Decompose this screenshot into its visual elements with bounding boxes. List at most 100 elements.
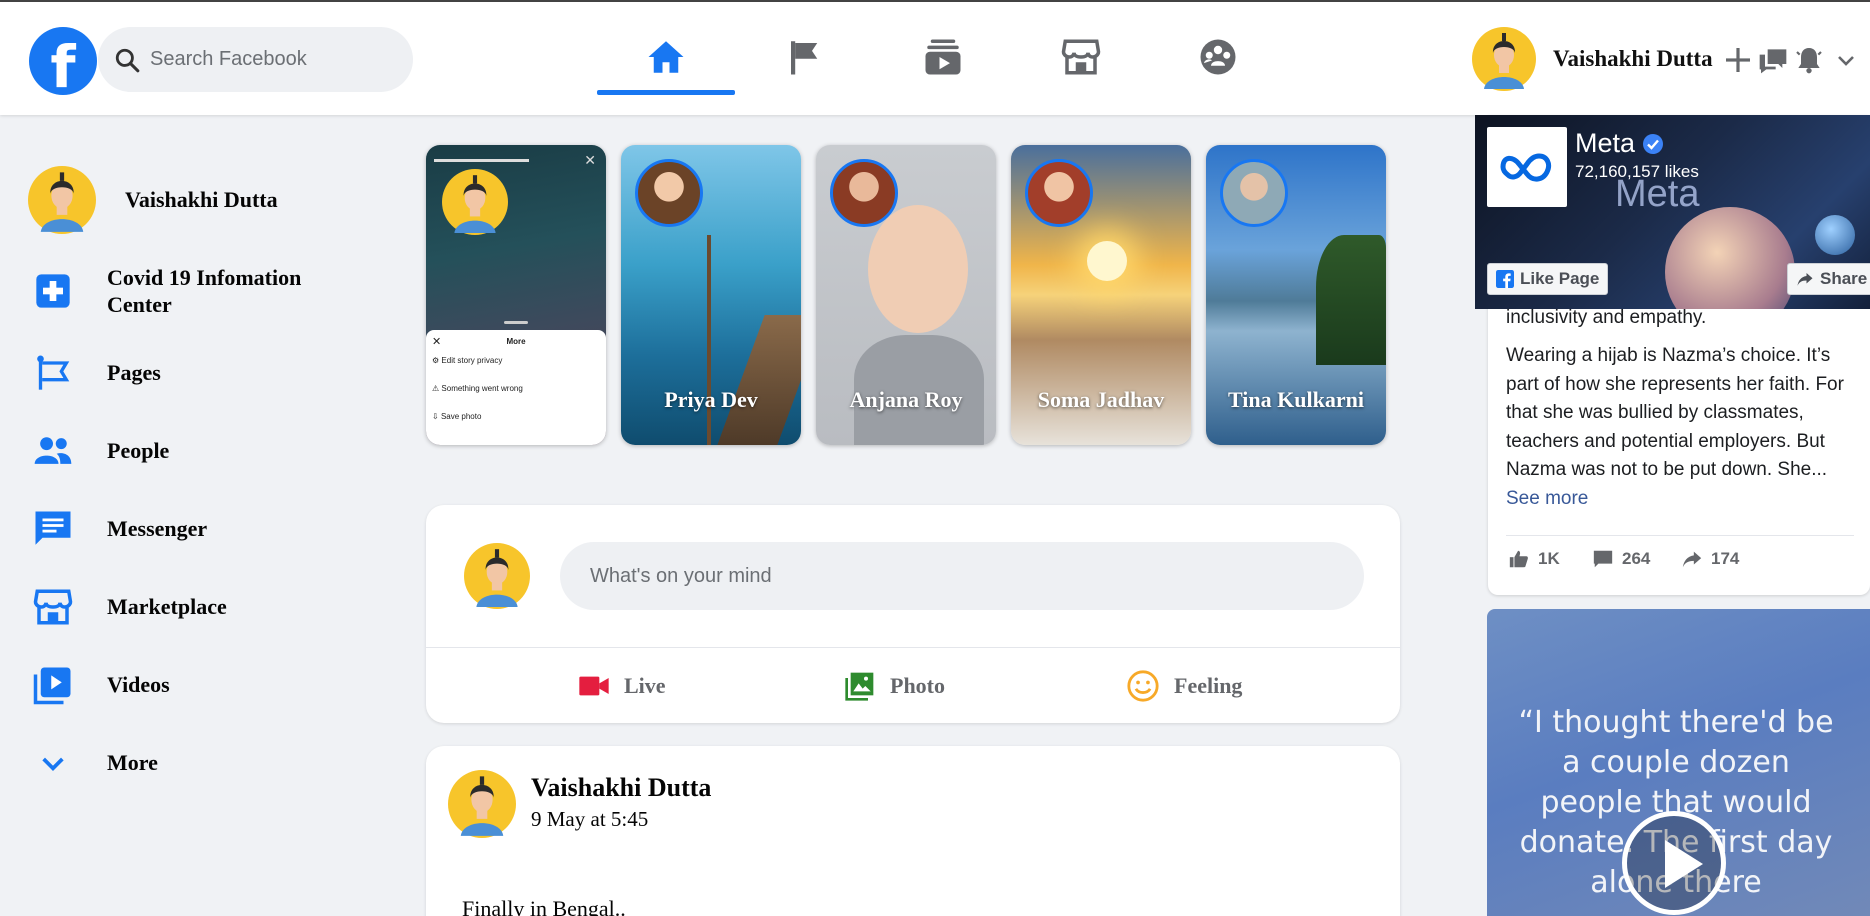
play-button-icon[interactable] — [1622, 811, 1726, 915]
live-video-icon — [579, 676, 609, 696]
menu-item[interactable]: ⚠ Something went wrong — [432, 384, 523, 393]
feeling-label: Feeling — [1174, 673, 1243, 698]
post-timestamp[interactable]: 9 May at 5:45 — [531, 807, 648, 832]
sun-photo — [1087, 241, 1127, 281]
story-progress-bar — [434, 159, 529, 162]
messenger-icon[interactable] — [1757, 44, 1789, 76]
meta-page-plugin: Meta Meta 72,160,157 likes Like Page Sha… — [1475, 115, 1870, 309]
menu-item[interactable]: ⇩ Save photo — [432, 412, 481, 421]
meta-page-title[interactable]: Meta — [1575, 128, 1665, 159]
story-author-name: Priya Dev — [664, 387, 758, 412]
tab-watch[interactable] — [874, 22, 1012, 92]
sidebar-item-label: Covid 19 Infomation Center — [107, 265, 302, 317]
menu-item-label: Edit story privacy — [441, 356, 503, 365]
store-icon — [1061, 39, 1101, 75]
story-card[interactable]: Priya Dev — [621, 145, 801, 445]
video-post-card[interactable]: “I thought there'd be a couple dozen peo… — [1487, 609, 1870, 916]
comments-count: 264 — [1622, 549, 1651, 568]
search-input[interactable] — [150, 39, 390, 79]
tab-marketplace[interactable] — [1012, 22, 1150, 92]
story-avatar — [830, 159, 898, 227]
planet-graphic — [1665, 207, 1795, 309]
share-page-button[interactable]: Share — [1787, 263, 1870, 295]
plus-icon[interactable] — [1722, 44, 1754, 76]
sidebar-item-messenger[interactable]: Messenger — [28, 504, 207, 554]
photo-button[interactable]: Photo — [844, 663, 945, 709]
story-card[interactable]: Soma Jadhav — [1011, 145, 1191, 445]
smiley-icon — [1127, 670, 1159, 702]
meta-logo[interactable] — [1487, 127, 1567, 207]
story-avatar — [1025, 159, 1093, 227]
shares-count: 174 — [1711, 549, 1740, 568]
post-composer: Live Photo Feeling — [426, 505, 1400, 723]
story-author-name: Anjana Roy — [849, 387, 963, 412]
menu-item[interactable]: ⚙ Edit story privacy — [432, 356, 502, 365]
header-user-name[interactable]: Vaishakhi Dutta — [1553, 46, 1713, 72]
ad-body-content: Wearing a hijab is Nazma’s choice. It’s … — [1506, 345, 1844, 480]
sidebar-item-covid[interactable]: Covid 19 Infomation Center — [28, 265, 301, 317]
close-icon[interactable]: ✕ — [584, 153, 596, 169]
pier-post — [707, 235, 711, 445]
sidebar-profile-name: Vaishakhi Dutta — [125, 187, 278, 212]
story-avatar — [1220, 159, 1288, 227]
story-card[interactable]: Anjana Roy — [816, 145, 996, 445]
sidebar-item-pages[interactable]: Pages — [28, 348, 161, 398]
sidebar-item-videos[interactable]: Videos — [28, 660, 170, 710]
header-avatar[interactable] — [1472, 27, 1536, 91]
composer-divider — [426, 647, 1400, 648]
face-photo — [868, 205, 968, 333]
avatar[interactable] — [448, 770, 516, 838]
meta-page-name: Meta — [1575, 128, 1636, 158]
likes-count: 1K — [1538, 549, 1560, 568]
planet-graphic — [1815, 215, 1855, 255]
home-icon — [648, 41, 684, 73]
verified-badge-icon — [1643, 133, 1664, 154]
post-author-name[interactable]: Vaishakhi Dutta — [531, 773, 711, 803]
notifications-bell-icon[interactable] — [1793, 44, 1825, 76]
avatar — [464, 543, 530, 609]
like-page-button[interactable]: Like Page — [1487, 263, 1609, 295]
chevron-down-icon — [28, 738, 78, 788]
search-box[interactable] — [98, 27, 413, 92]
ad-comments[interactable]: 264 — [1592, 548, 1650, 570]
watch-video-icon — [925, 39, 961, 75]
ad-likes[interactable]: 1K — [1508, 548, 1560, 570]
facebook-logo[interactable]: f — [29, 27, 97, 95]
story-author-name: Soma Jadhav — [1037, 387, 1165, 412]
sidebar-item-label: People — [107, 438, 170, 463]
sidebar-profile[interactable]: Vaishakhi Dutta — [28, 166, 278, 234]
top-navbar: f Vaishakhi Dutta — [0, 2, 1870, 115]
sidebar-item-marketplace[interactable]: Marketplace — [28, 582, 227, 632]
flag-icon — [791, 41, 818, 75]
sidebar-item-people[interactable]: People — [28, 426, 169, 476]
composer-input[interactable] — [560, 542, 1364, 610]
story-card-own[interactable]: ✕ ✕ More ⚙ Edit story privacy ⚠ Somethin… — [426, 145, 606, 445]
store-icon — [28, 582, 78, 632]
tab-home[interactable] — [597, 22, 735, 95]
sheet-handle — [504, 321, 528, 324]
ad-body-lead: inclusivity and empathy. — [1506, 307, 1707, 328]
comment-icon — [1593, 550, 1613, 568]
tab-pages[interactable] — [736, 22, 874, 92]
menu-title: More — [506, 337, 526, 346]
sidebar-item-label: Messenger — [107, 516, 208, 541]
chevron-down-icon[interactable] — [1834, 44, 1858, 76]
video-icon — [28, 660, 78, 710]
feed-post: Vaishakhi Dutta 9 May at 5:45 Finally in… — [426, 746, 1400, 916]
post-text: Finally in Bengal.. — [462, 896, 626, 916]
ad-divider — [1506, 535, 1854, 536]
tab-groups[interactable] — [1149, 22, 1287, 92]
facebook-f-icon — [1496, 270, 1514, 288]
meta-infinity-icon — [1500, 153, 1552, 182]
photo-label: Photo — [890, 673, 945, 698]
feeling-button[interactable]: Feeling — [1126, 663, 1242, 709]
ad-shares[interactable]: 174 — [1681, 548, 1739, 570]
sidebar-item-label: Videos — [107, 672, 170, 697]
flag-icon — [28, 348, 78, 398]
live-button[interactable]: Live — [578, 663, 666, 709]
sidebar-item-more[interactable]: More — [28, 738, 158, 788]
see-more-link[interactable]: See more — [1506, 488, 1588, 509]
avatar — [28, 166, 96, 234]
live-label: Live — [624, 673, 666, 698]
story-card[interactable]: Tina Kulkarni — [1206, 145, 1386, 445]
